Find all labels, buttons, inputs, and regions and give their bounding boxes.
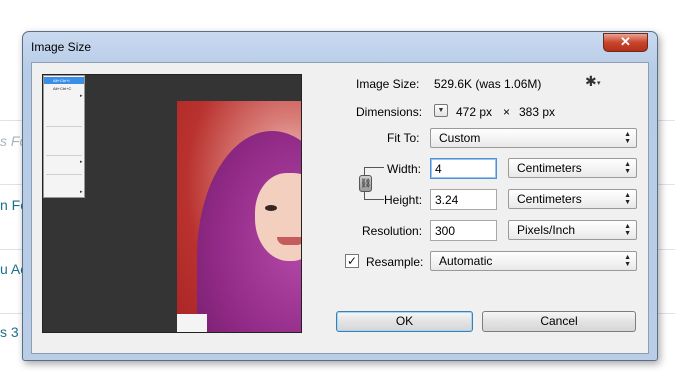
dimensions-label: Dimensions:: [356, 105, 423, 119]
cancel-button[interactable]: Cancel: [482, 311, 636, 332]
select-arrows-icon: ▲ ▼: [624, 223, 631, 237]
image-size-value: 529.6K (was 1.06M): [434, 77, 542, 91]
chevron-down-icon: ▾: [597, 80, 601, 87]
photo-eye: [265, 205, 277, 211]
photo-shirt: [177, 314, 207, 332]
link-chain-icon[interactable]: ⛓: [359, 175, 372, 192]
dimensions-separator: ×: [503, 105, 511, 119]
submenu-arrow-icon: ▸: [80, 189, 83, 195]
link-bracket-top: [364, 167, 384, 175]
menu-separator: [46, 155, 82, 156]
close-icon: ✕: [620, 34, 631, 49]
width-label: Width:: [387, 162, 422, 176]
checkmark-icon: ✓: [346, 254, 358, 268]
menu-item[interactable]: Alt+Ctrl+I: [44, 77, 84, 84]
height-unit-select[interactable]: Centimeters ▲ ▼: [508, 189, 637, 209]
ok-button[interactable]: OK: [336, 311, 473, 332]
height-input[interactable]: [430, 189, 497, 210]
menu-separator: [46, 174, 82, 175]
resample-select[interactable]: Automatic ▲ ▼: [430, 251, 637, 271]
submenu-arrow-icon: ▸: [80, 93, 83, 99]
resolution-unit-value: Pixels/Inch: [517, 223, 576, 237]
chevron-down-icon: ▼: [437, 107, 445, 114]
photo-mouth: [277, 237, 301, 245]
gear-icon[interactable]: ✱: [585, 73, 597, 90]
menu-item[interactable]: Alt+Ctrl+C: [44, 85, 84, 92]
fit-to-label: Fit To:: [387, 131, 420, 145]
resolution-input[interactable]: [430, 220, 497, 241]
bg-link[interactable]: s 3: [0, 324, 19, 340]
dialog-title: Image Size: [31, 40, 92, 54]
close-button[interactable]: ✕: [603, 33, 648, 52]
resample-label: Resample:: [366, 255, 424, 269]
photo-eye: [301, 205, 302, 211]
select-arrows-icon: ▲ ▼: [624, 254, 631, 268]
width-unit-select[interactable]: Centimeters ▲ ▼: [508, 158, 637, 178]
submenu-arrow-icon: ▸: [80, 159, 83, 165]
resolution-unit-select[interactable]: Pixels/Inch ▲ ▼: [508, 220, 637, 240]
height-unit-value: Centimeters: [517, 192, 582, 206]
dimensions-width: 472 px: [456, 105, 493, 119]
select-arrows-icon: ▲ ▼: [624, 192, 631, 206]
image-size-label: Image Size:: [356, 77, 420, 91]
height-label: Height:: [384, 193, 423, 207]
preview-photo: [177, 101, 302, 332]
select-arrows-icon: ▲ ▼: [624, 161, 631, 175]
image-preview[interactable]: Alt+Ctrl+I Alt+Ctrl+C ▸ ▸ ▸: [42, 74, 302, 333]
context-menu: Alt+Ctrl+I Alt+Ctrl+C ▸ ▸ ▸: [43, 75, 85, 198]
resample-value: Automatic: [439, 254, 493, 268]
fit-to-value: Custom: [439, 131, 481, 145]
width-unit-value: Centimeters: [517, 161, 582, 175]
resample-checkbox[interactable]: ✓: [345, 254, 359, 268]
menu-separator: [46, 126, 82, 127]
dimensions-height: 383 px: [519, 105, 556, 119]
select-arrows-icon: ▲ ▼: [624, 131, 631, 145]
dimensions-dropdown-button[interactable]: ▼: [434, 104, 448, 117]
fit-to-select[interactable]: Custom ▲ ▼: [430, 128, 637, 148]
resolution-label: Resolution:: [362, 224, 423, 238]
link-bracket-bottom: [364, 192, 384, 200]
width-input[interactable]: [430, 158, 497, 179]
